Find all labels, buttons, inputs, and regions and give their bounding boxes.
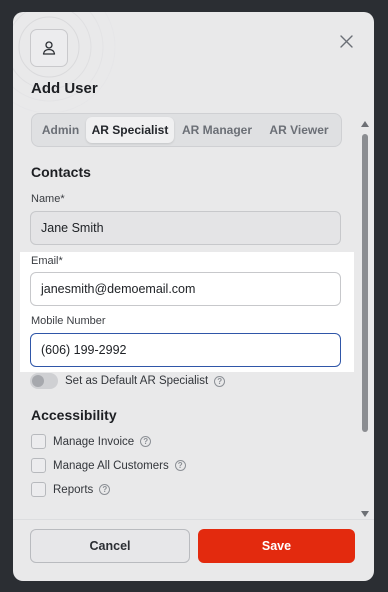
user-icon bbox=[42, 41, 56, 55]
scroll-down-arrow[interactable] bbox=[360, 510, 370, 518]
scrollbar[interactable] bbox=[360, 120, 370, 518]
name-label: Name* bbox=[31, 193, 65, 205]
close-icon bbox=[339, 34, 353, 48]
triangle-down-icon bbox=[361, 511, 369, 517]
tab-admin[interactable]: Admin bbox=[35, 117, 86, 143]
manage-invoice-checkbox[interactable] bbox=[31, 434, 46, 449]
mobile-number-field[interactable]: (606) 199-2992 bbox=[30, 333, 341, 367]
default-specialist-row: Set as Default AR Specialist ? bbox=[30, 373, 226, 389]
tab-ar-specialist[interactable]: AR Specialist bbox=[86, 117, 174, 143]
manage-all-customers-checkbox[interactable] bbox=[31, 458, 46, 473]
tab-ar-manager[interactable]: AR Manager bbox=[174, 117, 260, 143]
manage-all-customers-label: Manage All Customers bbox=[53, 459, 169, 472]
avatar bbox=[30, 29, 68, 67]
role-tabs: Admin AR Specialist AR Manager AR Viewer bbox=[31, 113, 342, 147]
modal-title: Add User bbox=[31, 80, 98, 97]
permission-reports: Reports ? bbox=[31, 482, 111, 497]
help-icon[interactable]: ? bbox=[214, 375, 226, 387]
manage-invoice-label: Manage Invoice bbox=[53, 435, 135, 448]
footer-divider bbox=[13, 519, 374, 520]
toggle-knob bbox=[32, 375, 44, 387]
name-field[interactable]: Jane Smith bbox=[30, 211, 341, 245]
help-icon[interactable]: ? bbox=[140, 436, 152, 447]
default-specialist-toggle[interactable] bbox=[30, 373, 58, 389]
reports-checkbox[interactable] bbox=[31, 482, 46, 497]
scrollbar-thumb[interactable] bbox=[362, 134, 368, 432]
close-button[interactable] bbox=[336, 31, 356, 51]
help-icon[interactable]: ? bbox=[174, 460, 186, 471]
email-field[interactable]: janesmith@demoemail.com bbox=[30, 272, 341, 306]
mobile-label: Mobile Number bbox=[31, 315, 106, 327]
permission-manage-all-customers: Manage All Customers ? bbox=[31, 458, 186, 473]
default-specialist-label: Set as Default AR Specialist bbox=[65, 375, 209, 387]
accessibility-heading: Accessibility bbox=[31, 407, 117, 423]
permission-manage-invoice: Manage Invoice ? bbox=[31, 434, 152, 449]
tab-ar-viewer[interactable]: AR Viewer bbox=[260, 117, 338, 143]
scroll-up-arrow[interactable] bbox=[360, 120, 370, 128]
reports-label: Reports bbox=[53, 483, 94, 496]
contacts-heading: Contacts bbox=[31, 164, 91, 180]
triangle-up-icon bbox=[361, 121, 369, 127]
help-icon[interactable]: ? bbox=[99, 484, 111, 495]
cancel-button[interactable]: Cancel bbox=[30, 529, 190, 563]
email-label: Email* bbox=[31, 255, 63, 267]
save-button[interactable]: Save bbox=[198, 529, 355, 563]
add-user-modal: Add User Admin AR Specialist AR Manager … bbox=[13, 12, 374, 581]
